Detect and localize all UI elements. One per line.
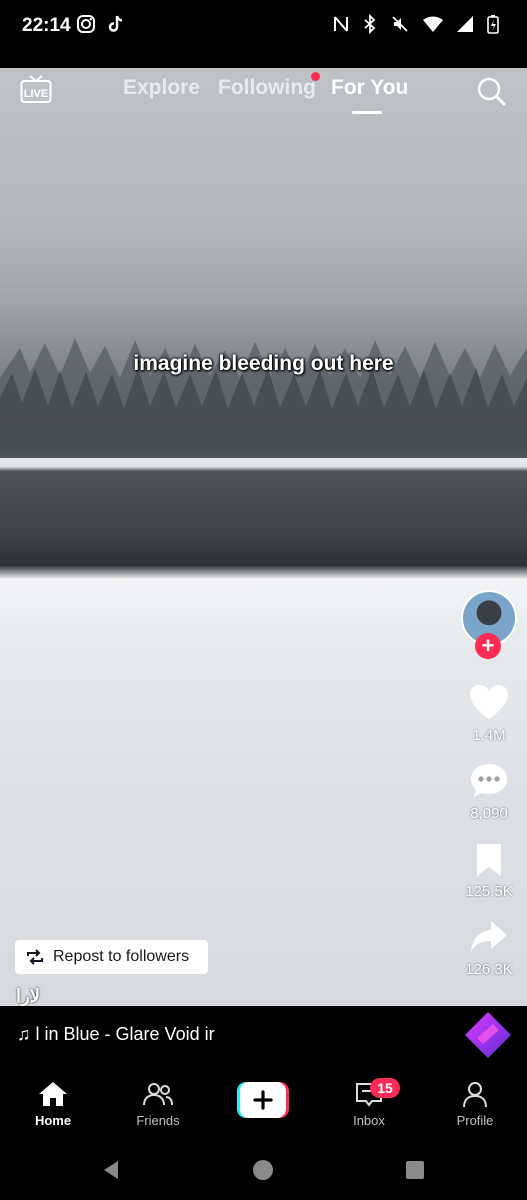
bookmark-action[interactable]: 125.5K bbox=[458, 842, 520, 900]
tab-explore[interactable]: Explore bbox=[123, 76, 200, 100]
create-plus-icon bbox=[237, 1082, 289, 1118]
mute-icon bbox=[392, 16, 408, 32]
bookmark-icon bbox=[477, 844, 501, 876]
wifi-icon bbox=[423, 16, 443, 32]
repost-icon bbox=[27, 949, 43, 965]
nav-profile[interactable]: Profile bbox=[435, 1080, 515, 1128]
signal-icon bbox=[457, 16, 473, 32]
album-cover-icon bbox=[465, 1012, 511, 1058]
nfc-icon bbox=[334, 16, 348, 32]
repost-label: Repost to followers bbox=[53, 948, 190, 965]
active-tab-indicator bbox=[352, 111, 382, 114]
bluetooth-icon bbox=[364, 14, 376, 34]
search-icon bbox=[477, 77, 506, 106]
tab-following[interactable]: Following bbox=[218, 76, 316, 100]
nav-friends[interactable]: Friends bbox=[118, 1080, 198, 1128]
forest-scenery bbox=[0, 338, 527, 458]
like-action[interactable]: 1.4M bbox=[458, 684, 520, 744]
comment-count: 8,090 bbox=[470, 805, 508, 822]
search-button[interactable] bbox=[476, 76, 506, 111]
share-action[interactable]: 126.3K bbox=[458, 918, 520, 978]
repost-to-followers-button[interactable]: Repost to followers bbox=[15, 940, 208, 974]
instagram-icon bbox=[77, 15, 95, 33]
bottom-nav: Home Friends Inbox 15 Profile bbox=[0, 1066, 527, 1142]
live-label: LIVE bbox=[24, 88, 48, 100]
following-notification-dot bbox=[311, 72, 320, 81]
system-nav-bar bbox=[0, 1142, 527, 1200]
inbox-badge: 15 bbox=[370, 1078, 400, 1098]
nav-profile-label: Profile bbox=[456, 1113, 494, 1128]
music-title[interactable]: ♫ l in Blue - Glare Void ir bbox=[17, 1024, 247, 1045]
status-time: 22:14 bbox=[22, 15, 71, 36]
share-arrow-icon bbox=[471, 921, 507, 952]
nav-friends-label: Friends bbox=[136, 1113, 180, 1128]
share-count: 126.3K bbox=[465, 961, 513, 978]
music-disc[interactable] bbox=[463, 1010, 513, 1060]
video-player[interactable] bbox=[0, 68, 527, 1006]
create-button[interactable] bbox=[237, 1082, 289, 1118]
back-icon[interactable] bbox=[100, 1158, 124, 1182]
tab-for-you[interactable]: For You bbox=[331, 76, 408, 100]
tiktok-icon bbox=[109, 15, 123, 32]
top-nav: LIVE Explore Following For You bbox=[0, 68, 527, 124]
nav-home[interactable]: Home bbox=[13, 1080, 93, 1128]
friends-icon bbox=[143, 1083, 173, 1106]
profile-icon bbox=[463, 1082, 487, 1108]
battery-icon bbox=[487, 15, 499, 34]
home-circle-icon[interactable] bbox=[251, 1158, 275, 1182]
music-bar[interactable]: ♫ l in Blue - Glare Void ir bbox=[0, 1006, 527, 1066]
nav-home-label: Home bbox=[34, 1113, 72, 1128]
status-left-icons bbox=[76, 14, 126, 34]
comment-icon bbox=[471, 764, 507, 797]
nav-inbox-label: Inbox bbox=[353, 1113, 385, 1128]
status-right-icons bbox=[333, 14, 499, 34]
author-name[interactable]: لارا bbox=[16, 986, 40, 1007]
status-bar: 22:14 bbox=[0, 0, 527, 68]
live-tv-icon: LIVE bbox=[20, 75, 52, 103]
follow-button[interactable]: + bbox=[475, 633, 501, 659]
bookmark-count: 125.5K bbox=[465, 883, 513, 900]
recents-icon[interactable] bbox=[403, 1158, 427, 1182]
comment-action[interactable]: 8,090 bbox=[458, 762, 520, 822]
home-icon bbox=[39, 1082, 67, 1106]
heart-icon bbox=[470, 685, 508, 719]
like-count: 1.4M bbox=[472, 727, 506, 744]
video-text-overlay: imagine bleeding out here bbox=[133, 352, 394, 375]
live-button[interactable]: LIVE bbox=[20, 74, 52, 109]
